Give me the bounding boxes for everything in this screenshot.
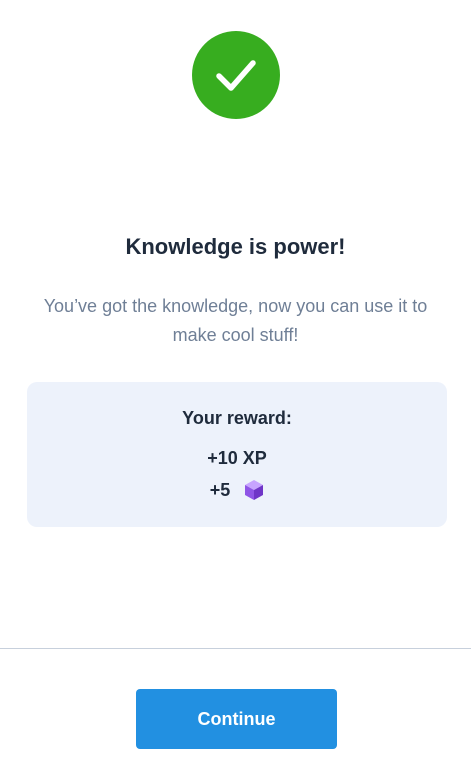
footer-divider — [0, 648, 471, 649]
reward-xp: +10 XP — [207, 448, 267, 468]
reward-title: Your reward: — [182, 408, 292, 428]
checkmark-icon — [216, 60, 256, 91]
purple-gem-icon — [245, 480, 264, 500]
reward-card: Your reward: +10 XP +5 — [27, 382, 447, 527]
reward-gems-value: +5 — [209, 480, 231, 500]
reward-gems-row: +5 — [27, 478, 447, 502]
page-subtitle: You’ve got the knowledge, now you can us… — [43, 296, 428, 345]
continue-button[interactable]: Continue — [136, 689, 337, 749]
page-title: Knowledge is power! — [125, 234, 346, 259]
success-check-icon — [192, 31, 280, 119]
